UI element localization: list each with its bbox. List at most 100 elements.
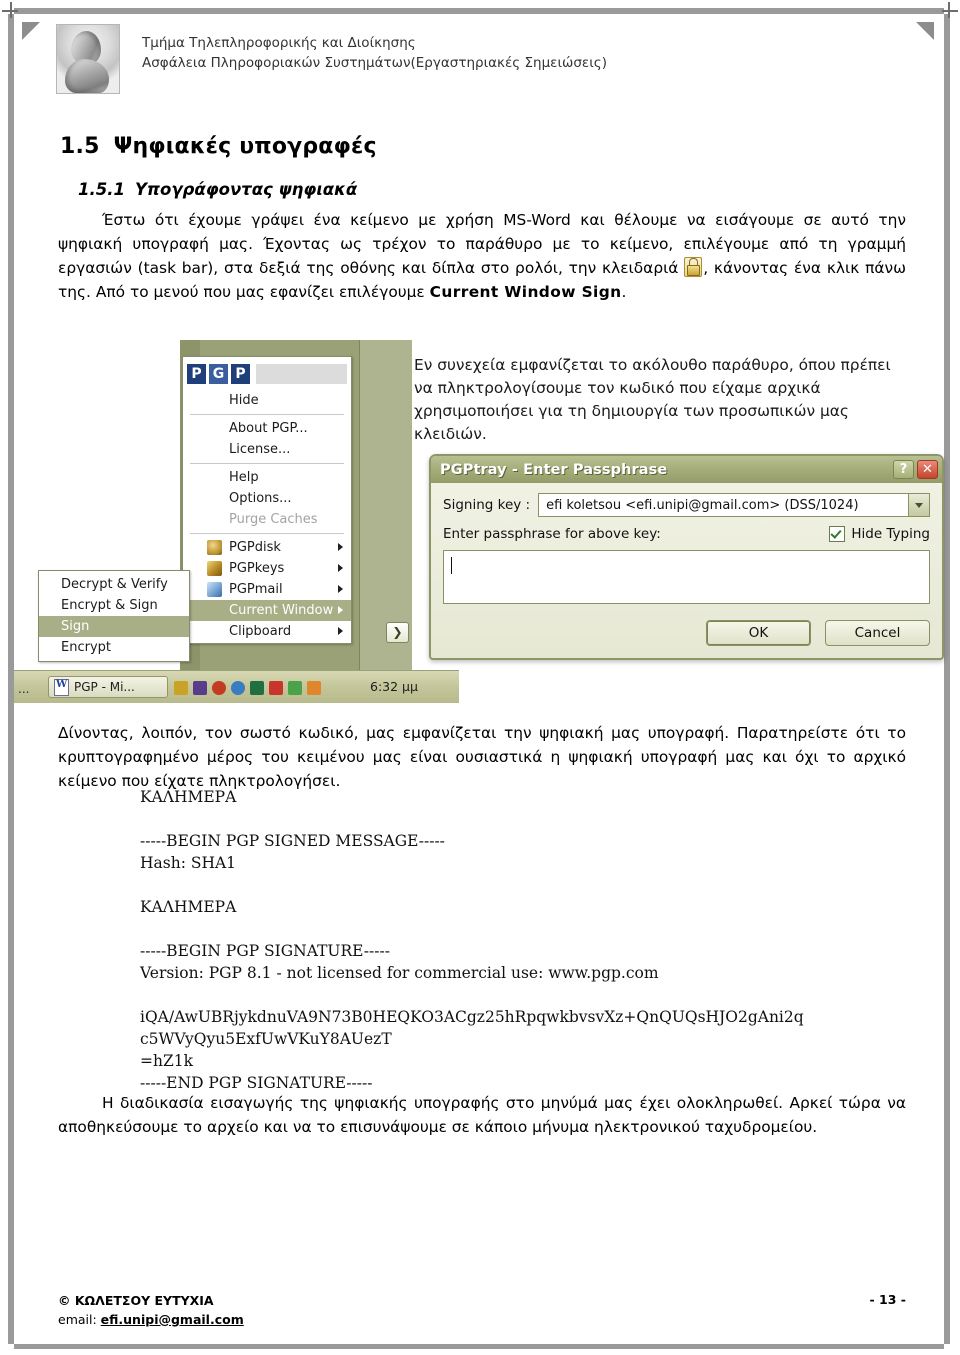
crop-mark-top-left-vertical (10, 2, 12, 18)
pgptray-context-menu[interactable]: P G P Hide About PGP... License... Help … (182, 356, 352, 644)
menu-item-current-window-label: Current Window (229, 603, 334, 618)
final-paragraph-text: Η διαδικασία εισαγωγής της ψηφιακής υπογ… (58, 1094, 906, 1136)
pgp-signed-message-block: ΚΑΛΗΜΕΡΑ -----BEGIN PGP SIGNED MESSAGE--… (140, 788, 804, 1092)
page-rule-bottom (14, 1344, 944, 1349)
menu-item-help[interactable]: Help (183, 467, 351, 488)
intro-text-part-3: . (621, 283, 627, 302)
submenu-arrow-icon (338, 564, 343, 572)
menu-item-pgpmail[interactable]: PGPmail (183, 579, 351, 600)
footer-left: © ΚΩΛΕΤΣΟΥ ΕΥΤΥΧΙΑ email: efi.unipi@gmai… (58, 1292, 244, 1330)
word-icon (54, 678, 69, 696)
passphrase-input[interactable] (443, 550, 930, 604)
pgp-logo-letter-p1: P (187, 364, 206, 384)
tray-icon-3[interactable] (212, 681, 226, 695)
footer-email-address[interactable]: efi.unipi@gmail.com (101, 1312, 244, 1327)
hide-typing-checkbox[interactable] (829, 526, 846, 542)
result-paragraph: Δίνοντας, λοιπόν, τον σωστό κωδικό, μας … (58, 722, 906, 794)
scrollbar-column[interactable] (359, 340, 412, 670)
ok-button[interactable]: OK (706, 620, 811, 646)
submenu-item-encrypt-sign[interactable]: Encrypt & Sign (39, 595, 189, 616)
tray-icon-7[interactable] (288, 681, 302, 695)
menu-item-license[interactable]: License... (183, 439, 351, 460)
taskbar-overflow-label: ... (18, 682, 30, 696)
menu-item-pgpdisk-label: PGPdisk (229, 540, 281, 555)
windows-taskbar: ... PGP - Mi... 6:32 μμ (14, 670, 459, 703)
close-icon[interactable]: ✕ (917, 460, 938, 479)
submenu-item-sign[interactable]: Sign (39, 616, 189, 637)
passphrase-label: Enter passphrase for above key: (443, 526, 661, 542)
hide-typing-checkbox-wrapper[interactable]: Hide Typing (829, 526, 930, 542)
menu-item-pgpdisk[interactable]: PGPdisk (183, 537, 351, 558)
submenu-item-decrypt-verify[interactable]: Decrypt & Verify (39, 574, 189, 595)
menu-item-current-window[interactable]: Current Window (183, 600, 351, 621)
tray-icon-4[interactable] (231, 681, 245, 695)
current-window-submenu[interactable]: Decrypt & Verify Encrypt & Sign Sign Enc… (38, 570, 190, 662)
header-course-line: Ασφάλεια Πληροφοριακών Συστημάτων(Εργαστ… (142, 54, 607, 71)
cancel-button[interactable]: Cancel (825, 620, 930, 646)
lock-icon (684, 257, 703, 278)
pgpmail-icon (207, 582, 222, 597)
dialog-body: Signing key : efi koletsou <efi.unipi@gm… (431, 483, 942, 658)
pgp-logo-row: P G P (183, 357, 351, 390)
pgp-logo-letter-p2: P (231, 364, 250, 384)
crop-mark-top-right-horizontal (942, 10, 958, 12)
menu-item-pgpkeys-label: PGPkeys (229, 561, 285, 576)
menu-item-options[interactable]: Options... (183, 488, 351, 509)
submenu-arrow-icon (338, 543, 343, 551)
section-heading-1: 1.5 Ψηφιακές υπογραφές (60, 134, 377, 159)
footer-email-prefix: email: (58, 1311, 101, 1327)
signing-key-select[interactable]: efi koletsou <efi.unipi@gmail.com> (DSS/… (538, 493, 930, 517)
pgp-logo-letter-g: G (209, 364, 228, 384)
help-button[interactable]: ? (893, 460, 914, 479)
tray-icon-1[interactable] (174, 681, 188, 695)
signing-key-label: Signing key : (443, 497, 531, 513)
corner-triangle-top-left (22, 22, 40, 40)
document-header: Τμήμα Τηλεπληροφορικής και Διοίκησης Ασφ… (56, 24, 896, 94)
taskbar-button-word[interactable]: PGP - Mi... (48, 676, 168, 698)
submenu-item-encrypt[interactable]: Encrypt (39, 637, 189, 658)
scroll-right-button[interactable]: ❯ (386, 622, 409, 643)
page-footer: © ΚΩΛΕΤΣΟΥ ΕΥΤΥΧΙΑ email: efi.unipi@gmai… (58, 1292, 906, 1330)
dialog-button-row: OK Cancel (443, 620, 930, 646)
section-heading-2: 1.5.1 Υπογράφοντας ψηφιακά (78, 180, 357, 199)
menu-separator-1 (190, 414, 344, 415)
university-crest-icon (56, 24, 120, 94)
submenu-arrow-icon (338, 585, 343, 593)
tray-icon-5[interactable] (250, 681, 264, 695)
menu-item-clipboard[interactable]: Clipboard (183, 621, 351, 642)
intro-paragraph: Έστω ότι έχουμε γράψει ένα κείμενο με χρ… (58, 208, 906, 304)
signing-key-row: Signing key : efi koletsou <efi.unipi@gm… (443, 493, 930, 517)
menu-separator-3 (190, 533, 344, 534)
submenu-arrow-icon (338, 627, 343, 635)
tray-icon-8[interactable] (307, 681, 321, 695)
pgpkeys-icon (207, 561, 222, 576)
section-heading-1-number: 1.5 (60, 134, 100, 159)
crop-mark-top-left-horizontal (2, 10, 18, 12)
menu-item-pgpmail-label: PGPmail (229, 582, 283, 597)
menu-item-clipboard-label: Clipboard (229, 624, 292, 639)
embedded-screenshot: ❯ ... PGP - Mi... 6:32 μμ P G P Hide A (14, 340, 944, 703)
tray-icon-6[interactable] (269, 681, 283, 695)
menu-item-purge-caches: Purge Caches (229, 512, 318, 527)
passphrase-label-row: Enter passphrase for above key: Hide Typ… (443, 526, 930, 542)
system-tray (174, 679, 359, 697)
page-rule-right (944, 14, 950, 1344)
signing-key-value: efi koletsou <efi.unipi@gmail.com> (DSS/… (546, 497, 859, 513)
crop-mark-top-right-vertical (948, 2, 950, 18)
menu-item-pgpkeys[interactable]: PGPkeys (183, 558, 351, 579)
submenu-arrow-icon (338, 606, 343, 614)
section-heading-2-number: 1.5.1 (78, 180, 125, 199)
corner-triangle-top-right (916, 22, 934, 40)
tray-icon-2[interactable] (193, 681, 207, 695)
chevron-down-icon[interactable] (908, 494, 929, 516)
page-rule-top (14, 8, 944, 14)
taskbar-button-label: PGP - Mi... (74, 680, 135, 694)
taskbar-clock[interactable]: 6:32 μμ (370, 679, 418, 694)
menu-item-hide[interactable]: Hide (183, 390, 351, 411)
passphrase-dialog[interactable]: PGPtray - Enter Passphrase ? ✕ Signing k… (429, 454, 944, 660)
text-caret (451, 557, 452, 574)
menu-item-about-pgp[interactable]: About PGP... (183, 418, 351, 439)
intro-menu-term: Current Window Sign (429, 283, 622, 302)
page-number: - 13 - (869, 1292, 906, 1307)
footer-email-line: email: efi.unipi@gmail.com (58, 1311, 244, 1330)
